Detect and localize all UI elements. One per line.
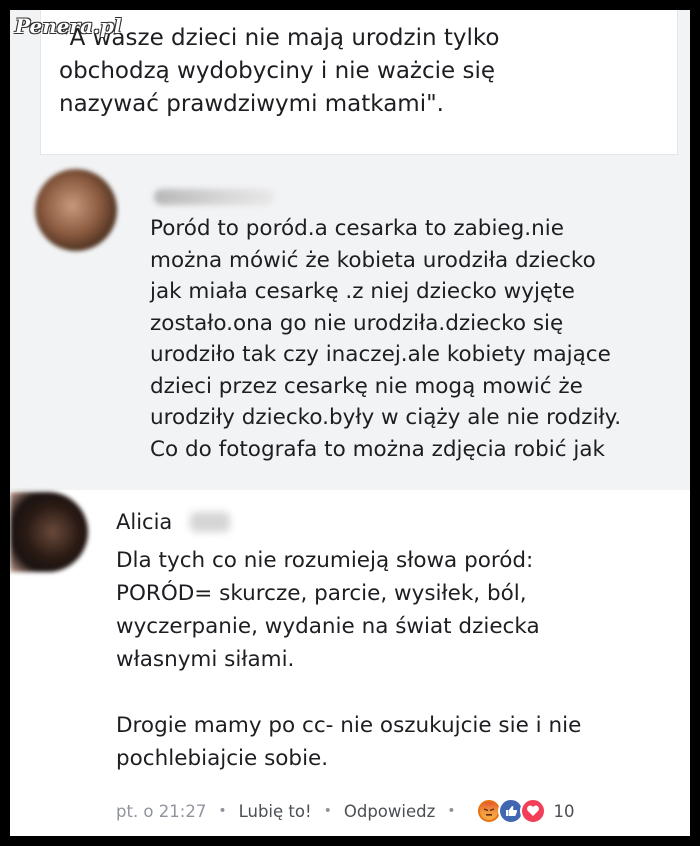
avatar[interactable] <box>10 492 88 572</box>
like-button[interactable]: Lubię to! <box>239 802 312 821</box>
separator-dot: • <box>447 803 456 819</box>
reaction-count[interactable]: 10 <box>554 802 575 821</box>
reactions-summary[interactable] <box>475 798 546 824</box>
comment: Alicia Dla tych co nie rozumieją słowa p… <box>10 490 690 836</box>
timestamp[interactable]: pt. o 21:27 <box>116 802 206 821</box>
separator-dot: • <box>218 803 227 819</box>
separator-dot: • <box>323 803 332 819</box>
comment-actions: pt. o 21:27 • Lubię to! • Odpowiedz • 10 <box>116 796 686 826</box>
comment-text: Poród to poród.a cesarka to zabieg.nie m… <box>150 216 622 462</box>
comment: Poród to poród.a cesarka to zabieg.nie m… <box>10 155 690 490</box>
author-name-redacted <box>154 189 274 205</box>
watermark-logo: Penera.pl <box>15 14 122 38</box>
comment-body: Poród to poród.a cesarka to zabieg.nie m… <box>132 167 680 487</box>
love-icon <box>519 798 546 824</box>
reply-button[interactable]: Odpowiedz <box>344 802 435 821</box>
screenshot-frame: Penera.pl "A wasze dzieci nie mają urodz… <box>10 10 690 836</box>
quoted-post-text: "A wasze dzieci nie mają urodzin tylko o… <box>59 25 500 117</box>
avatar[interactable] <box>35 169 117 251</box>
comment-text: Dla tych co nie rozumieją słowa poród: P… <box>116 548 582 771</box>
quoted-post: "A wasze dzieci nie mają urodzin tylko o… <box>40 10 678 155</box>
author-name[interactable]: Alicia <box>116 510 172 534</box>
author-surname-redacted <box>190 512 230 532</box>
